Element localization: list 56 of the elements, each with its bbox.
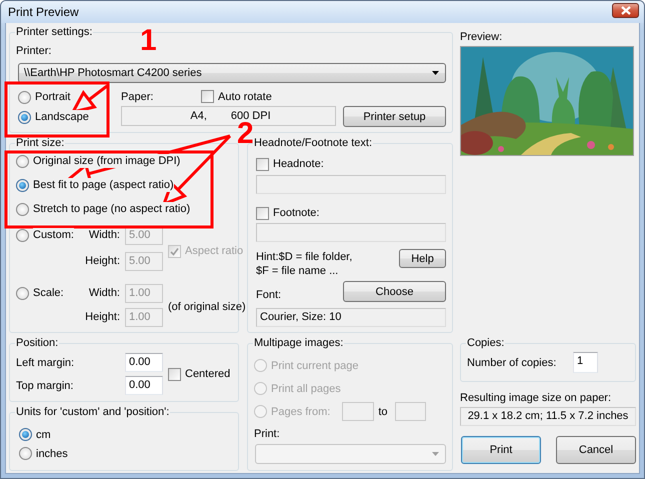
radio-button[interactable]: Custom: bbox=[16, 223, 74, 247]
checkbox[interactable]: Headnote: bbox=[256, 154, 324, 174]
checkbox[interactable]: Centered bbox=[168, 367, 230, 381]
checkbox[interactable]: Footnote: bbox=[256, 203, 320, 223]
help-button[interactable]: Help bbox=[399, 249, 446, 268]
group-title: Print size: bbox=[16, 137, 64, 149]
footnote-field[interactable] bbox=[256, 223, 446, 242]
annotation-number: 2 bbox=[237, 122, 254, 146]
field-label: Preview: bbox=[460, 30, 502, 44]
radio-button[interactable]: inches bbox=[19, 444, 68, 463]
field-label: Height: bbox=[85, 310, 120, 324]
paper-resolution: 600 DPI bbox=[230, 109, 271, 122]
field-label: Top margin: bbox=[16, 378, 74, 392]
field-label: Paper: bbox=[121, 90, 154, 104]
left-margin-field[interactable]: 0.00 bbox=[125, 353, 163, 372]
paper-size: A4, bbox=[190, 109, 207, 123]
dialog-button[interactable]: Print bbox=[461, 436, 541, 464]
radio-button[interactable]: Portrait bbox=[18, 87, 70, 107]
printer-setup-button[interactable]: Printer setup bbox=[343, 106, 446, 127]
field-label: Width: bbox=[88, 228, 120, 242]
field-label: Print: bbox=[254, 427, 280, 441]
top-margin-field[interactable]: 0.00 bbox=[125, 376, 163, 395]
headnote-field[interactable] bbox=[256, 175, 446, 194]
field-label: Resulting image size on paper: bbox=[460, 391, 612, 405]
dialog-button[interactable]: Cancel bbox=[556, 436, 636, 464]
group-title: Printer settings: bbox=[16, 26, 92, 38]
hint-text: $F = file name ... bbox=[256, 264, 338, 278]
field-label: Height: bbox=[85, 254, 120, 268]
field-label: Printer: bbox=[16, 44, 52, 58]
window-title: Print Preview bbox=[8, 5, 80, 19]
printer-dropdown[interactable]: \\Earth\HP Photosmart C4200 series bbox=[18, 63, 446, 83]
field-label: Width: bbox=[88, 286, 120, 300]
caret-icon bbox=[432, 452, 439, 456]
check-icon bbox=[170, 246, 179, 256]
radio-button[interactable]: Scale: bbox=[16, 281, 64, 305]
radio-button[interactable]: cm bbox=[19, 425, 51, 444]
group-title: Copies: bbox=[467, 337, 504, 349]
copies-field[interactable]: 1 bbox=[573, 352, 598, 373]
checkbox[interactable]: Auto rotate bbox=[201, 90, 272, 104]
choose-button[interactable]: Choose bbox=[343, 281, 446, 302]
field-label: Left margin: bbox=[16, 356, 76, 370]
font-field[interactable]: Courier, Size: 10 bbox=[256, 308, 446, 327]
close-icon bbox=[620, 6, 630, 14]
field-label: Number of copies: bbox=[467, 356, 558, 370]
field-label: to bbox=[378, 404, 388, 418]
group-title: Units for 'custom' and 'position': bbox=[16, 406, 170, 418]
result-size-field[interactable]: 29.1 x 18.2 cm; 11.5 x 7.2 inches bbox=[460, 407, 636, 426]
group-title: Position: bbox=[16, 337, 58, 349]
hint-text: Hint:$D = file folder, bbox=[256, 250, 352, 264]
group-title: Headnote/Footnote text: bbox=[254, 137, 372, 149]
field-label: Font: bbox=[256, 288, 282, 302]
close-button[interactable] bbox=[612, 2, 639, 18]
group-title: Multipage images: bbox=[254, 337, 344, 349]
scale-note: (of original size) bbox=[168, 300, 246, 314]
annotation-number: 1 bbox=[140, 29, 157, 53]
caret-icon bbox=[432, 71, 439, 75]
